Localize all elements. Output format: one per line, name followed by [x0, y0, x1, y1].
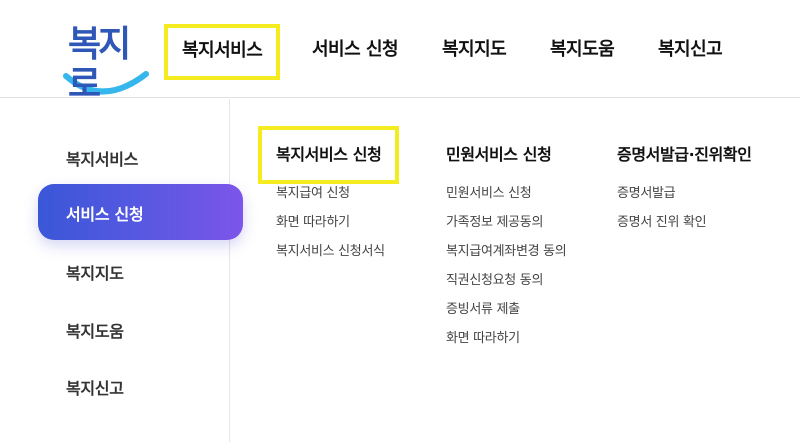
site-logo[interactable]: 복지로: [62, 18, 152, 104]
sidebar-item-label: 서비스 신청: [66, 205, 144, 224]
nav-welfare-help[interactable]: 복지도움: [550, 34, 615, 66]
sidebar-item-welfare-report[interactable]: 복지신고: [66, 375, 124, 399]
column-link-list: 민원서비스 신청 가족정보 제공동의 복지급여계좌변경 동의 직권신청요청 동의…: [446, 184, 567, 358]
column-certificate: 증명서발급·진위확인 증명서발급 증명서 진위 확인: [617, 130, 752, 242]
column-link-list: 증명서발급 증명서 진위 확인: [617, 184, 752, 242]
column-link-list: 복지급여 신청 화면 따라하기 복지서비스 신청서식: [276, 184, 395, 271]
link-welfare-apply-forms[interactable]: 복지서비스 신청서식: [276, 242, 395, 271]
link-screen-guide[interactable]: 화면 따라하기: [446, 329, 566, 358]
link-certificate-verify[interactable]: 증명서 진위 확인: [617, 213, 752, 242]
link-welfare-benefit-apply[interactable]: 복지급여 신청: [276, 184, 395, 213]
link-certificate-issue[interactable]: 증명서발급: [617, 184, 752, 213]
nav-welfare-map[interactable]: 복지지도: [442, 34, 507, 66]
link-civil-service-apply[interactable]: 민원서비스 신청: [446, 184, 566, 213]
sidebar-item-welfare-map[interactable]: 복지지도: [66, 260, 124, 284]
column-title[interactable]: 증명서발급·진위확인: [617, 130, 752, 180]
link-family-info-consent[interactable]: 가족정보 제공동의: [446, 213, 566, 242]
nav-service-apply[interactable]: 서비스 신청: [312, 34, 399, 66]
sidebar-menu: 복지서비스 서비스 신청 복지지도 복지도움 복지신고: [0, 99, 243, 442]
link-account-change-consent[interactable]: 복지급여계좌변경 동의: [446, 242, 567, 271]
column-title[interactable]: 복지서비스 신청: [257, 126, 400, 184]
column-title[interactable]: 민원서비스 신청: [446, 130, 566, 180]
column-civil-apply: 민원서비스 신청 민원서비스 신청 가족정보 제공동의 복지급여계좌변경 동의 …: [446, 130, 567, 358]
logo-text: 복지로: [68, 23, 131, 105]
sidebar-item-welfare-service[interactable]: 복지서비스: [66, 146, 138, 170]
column-welfare-apply: 복지서비스 신청 복지급여 신청 화면 따라하기 복지서비스 신청서식: [257, 126, 400, 271]
link-ex-officio-consent[interactable]: 직권신청요청 동의: [446, 271, 566, 300]
site-header: 복지로 복지서비스 서비스 신청 복지지도 복지도움 복지신고: [0, 0, 800, 104]
sidebar-item-service-apply[interactable]: 서비스 신청: [38, 184, 243, 240]
sidebar-item-welfare-help[interactable]: 복지도움: [66, 318, 124, 342]
nav-welfare-service[interactable]: 복지서비스: [163, 24, 281, 80]
link-document-submit[interactable]: 증빙서류 제출: [446, 300, 566, 329]
link-screen-guide[interactable]: 화면 따라하기: [276, 213, 395, 242]
nav-welfare-report[interactable]: 복지신고: [658, 34, 723, 66]
